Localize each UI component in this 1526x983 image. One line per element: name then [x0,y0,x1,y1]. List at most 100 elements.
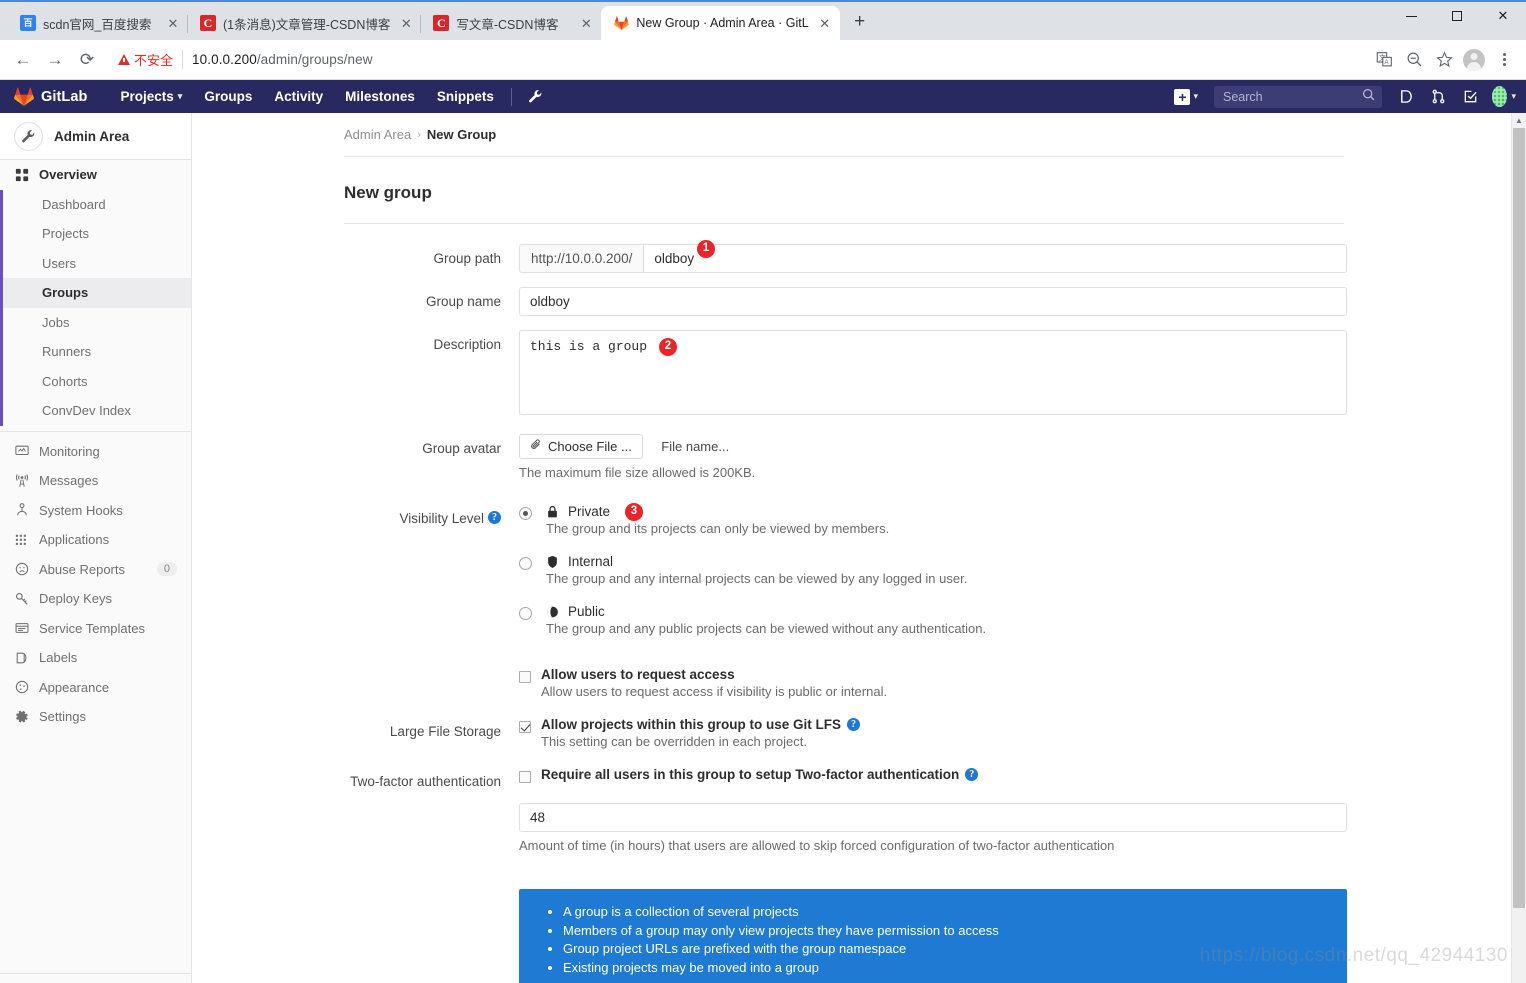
description-control: 2 [519,330,1347,420]
forward-arrow-icon[interactable]: → [40,45,70,75]
sidebar-item-label: Cohorts [42,373,88,389]
profile-avatar-icon[interactable] [1460,46,1488,74]
close-icon[interactable]: ✕ [397,14,415,32]
sidebar-item-groups[interactable]: Groups [3,278,191,308]
group-path-prefix: http://10.0.0.200/ [519,244,644,273]
sidebar-item-abuse-reports[interactable]: Abuse Reports 0 [0,555,191,585]
list-item: Group project URLs are prefixed with the… [563,940,1329,957]
help-icon[interactable]: ? [488,511,501,524]
sidebar-item-jobs[interactable]: Jobs [3,308,191,338]
sidebar-item-service-templates[interactable]: Service Templates [0,614,191,644]
search-input[interactable] [1221,88,1362,105]
merge-requests-icon[interactable] [1424,83,1452,111]
new-tab-button[interactable]: + [846,8,874,36]
monitor-icon [14,444,30,458]
nav-label: Activity [274,89,324,104]
gitlab-logo[interactable]: GitLab [14,87,88,107]
sidebar-item-system-hooks[interactable]: System Hooks [0,496,191,526]
visibility-label-wrap: Visibility Level ? [344,504,519,643]
close-icon[interactable]: ✕ [577,14,595,32]
search-box[interactable] [1214,85,1382,108]
radio-public[interactable] [519,607,532,620]
browser-tab[interactable]: C (1条消息)文章管理-CSDN博客 ✕ [186,6,421,40]
new-dropdown-button[interactable]: + ▾ [1168,88,1204,105]
breadcrumb-parent[interactable]: Admin Area [344,127,411,142]
checkbox-two-factor[interactable] [519,771,531,783]
todos-icon[interactable] [1456,83,1484,111]
nav-item-activity[interactable]: Activity [263,80,334,113]
radio-internal[interactable] [519,557,532,570]
sidebar-item-users[interactable]: Users [3,249,191,279]
sidebar-item-messages[interactable]: Messages [0,466,191,496]
admin-wrench-icon[interactable] [518,89,553,104]
hook-icon [14,503,30,517]
close-icon[interactable]: ✕ [164,14,182,32]
close-window-button[interactable]: ✕ [1480,0,1526,32]
two-factor-grace-input[interactable] [519,803,1347,832]
nav-item-projects[interactable]: Projects ▾ [110,80,194,113]
gitlab-nav-right: + ▾ ▾ [1168,83,1516,111]
back-arrow-icon[interactable]: ← [8,45,38,75]
user-menu-button[interactable]: ▾ [1488,83,1516,111]
file-name-text: File name... [661,439,730,454]
sidebar-item-runners[interactable]: Runners [3,337,191,367]
browser-tab-active[interactable]: New Group · Admin Area · GitL ✕ [601,6,840,40]
checkbox-lfs[interactable] [519,721,531,733]
vertical-scrollbar[interactable]: ▲ [1511,113,1526,983]
sidebar-item-appearance[interactable]: Appearance [0,673,191,703]
security-indicator[interactable]: 不安全 [118,50,184,69]
sidebar-item-settings[interactable]: Settings [0,702,191,732]
kebab-menu-icon[interactable] [1490,46,1518,74]
scrollbar-thumb[interactable] [1513,128,1525,908]
sidebar-item-projects[interactable]: Projects [3,219,191,249]
visibility-private-name: Private [568,504,611,519]
request-access-checkbox-row[interactable]: Allow users to request access Allow user… [519,667,1344,699]
sidebar-item-applications[interactable]: Applications [0,525,191,555]
zoom-out-icon[interactable] [1400,46,1428,74]
visibility-option-private[interactable]: Private 3 The group and its projects can… [519,503,1344,536]
tab-title: 写文章-CSDN博客 [456,17,559,32]
choose-file-label: Choose File ... [548,439,632,454]
visibility-option-internal[interactable]: Internal The group and any internal proj… [519,554,1344,586]
issues-icon[interactable] [1392,83,1420,111]
maximize-button[interactable] [1434,0,1480,32]
lfs-checkbox-row[interactable]: Allow projects within this group to use … [519,717,1344,749]
sidebar-context-header[interactable]: Admin Area [0,113,191,160]
visibility-private-body: Private 3 The group and its projects can… [546,503,889,536]
visibility-option-public[interactable]: Public The group and any public projects… [519,604,1344,636]
address-bar[interactable]: 不安全 10.0.0.200/admin/groups/new [110,45,1368,74]
sidebar-item-convdev-index[interactable]: ConvDev Index [3,396,191,426]
star-icon[interactable] [1430,46,1458,74]
two-factor-checkbox-row[interactable]: Require all users in this group to setup… [519,767,1344,783]
choose-file-button[interactable]: Choose File ... [519,434,643,459]
description-textarea[interactable] [519,330,1347,415]
close-icon[interactable]: ✕ [816,14,834,32]
checkbox-request-access[interactable] [519,671,531,683]
minimize-button[interactable] [1388,0,1434,32]
scroll-up-arrow-icon[interactable]: ▲ [1512,113,1526,128]
group-path-input[interactable] [643,244,1347,273]
browser-tab[interactable]: C 写文章-CSDN博客 ✕ [420,6,601,40]
nav-item-groups[interactable]: Groups [193,80,263,113]
info-box-control: A group is a collection of several proje… [519,867,1347,983]
help-icon[interactable]: ? [965,768,979,781]
admin-sidebar: Admin Area Overview Dashboard Projects U… [0,113,192,983]
translate-icon[interactable]: 文A [1370,46,1398,74]
sidebar-nav-list: Overview Dashboard Projects Users Groups [0,160,191,732]
help-icon[interactable]: ? [847,718,860,731]
nav-item-milestones[interactable]: Milestones [334,80,426,113]
browser-tab[interactable]: 百 scdn官网_百度搜索 ✕ [8,6,188,40]
sidebar-item-monitoring[interactable]: Monitoring [0,437,191,467]
nav-item-snippets[interactable]: Snippets [426,80,505,113]
sidebar-item-deploy-keys[interactable]: Deploy Keys [0,584,191,614]
sidebar-item-overview[interactable]: Overview [0,160,191,190]
form-row-request-access: Allow users to request access Allow user… [344,667,1344,699]
sidebar-item-cohorts[interactable]: Cohorts [3,367,191,397]
sidebar-item-dashboard[interactable]: Dashboard [3,190,191,220]
sidebar-item-labels[interactable]: Labels [0,643,191,673]
reload-icon[interactable]: ⟳ [72,45,102,75]
radio-private[interactable] [519,507,532,520]
group-name-input[interactable] [519,287,1347,316]
form-row-two-factor-grace: Amount of time (in hours) that users are… [344,803,1347,853]
group-avatar-help: The maximum file size allowed is 200KB. [519,465,756,480]
